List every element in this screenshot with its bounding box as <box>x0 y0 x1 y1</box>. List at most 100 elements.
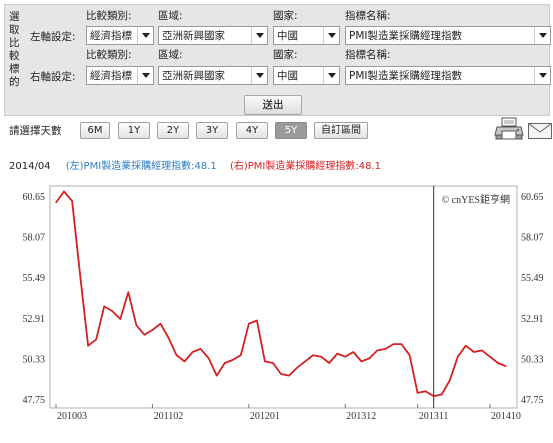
left-country-select[interactable]: 中國 <box>273 26 340 45</box>
data-point <box>63 190 65 193</box>
data-point <box>200 348 202 350</box>
chevron-down-icon <box>534 67 550 84</box>
data-point <box>473 351 475 353</box>
legend-date: 2014/04 <box>9 161 51 172</box>
data-point <box>159 323 162 325</box>
data-point <box>497 362 499 364</box>
data-point <box>489 356 491 358</box>
right-country-select[interactable]: 中國 <box>273 66 340 85</box>
y-tick-right: 47.75 <box>521 395 544 406</box>
right-indicator-select[interactable]: PMI製造業採購經理指數 <box>345 66 551 85</box>
printer-icon[interactable] <box>494 117 524 144</box>
chevron-down-icon <box>323 67 339 84</box>
y-tick-right: 58.07 <box>521 233 544 244</box>
chevron-down-icon <box>137 27 153 44</box>
right-category-select[interactable]: 經濟指標 <box>86 66 154 85</box>
data-point <box>135 324 137 326</box>
data-point <box>320 356 322 358</box>
period-6m-button[interactable]: 6M <box>80 122 110 139</box>
data-point <box>175 354 178 356</box>
right-country-value: 中國 <box>277 70 298 82</box>
data-point <box>232 359 234 361</box>
period-1y-button[interactable]: 1Y <box>118 122 150 139</box>
right-country-label: 國家: <box>273 49 298 61</box>
right-region-value: 亞洲新興國家 <box>162 70 225 82</box>
data-point <box>248 323 250 325</box>
x-tick-label: 201312 <box>346 411 376 422</box>
data-point <box>79 274 81 276</box>
x-tick-label: 201102 <box>154 411 184 422</box>
left-region-select[interactable]: 亞洲新興國家 <box>158 26 268 45</box>
data-point <box>143 334 145 336</box>
period-3y-button[interactable]: 3Y <box>196 122 228 139</box>
data-point <box>417 392 419 394</box>
data-point <box>384 348 387 350</box>
data-point <box>352 351 354 353</box>
data-point <box>280 373 282 375</box>
period-4y-button[interactable]: 4Y <box>236 122 268 139</box>
left-category-value: 經濟指標 <box>90 30 132 42</box>
data-point <box>103 305 105 307</box>
y-axis-left: 60.65 58.07 55.49 52.91 50.33 47.75 <box>23 192 46 406</box>
period-5y-button[interactable]: 5Y <box>275 122 307 139</box>
data-point <box>441 393 443 396</box>
y-axis-right: 60.65 58.07 55.49 52.91 50.33 47.75 <box>521 192 544 406</box>
data-point <box>240 354 242 356</box>
right-category-label: 比較類別: <box>86 49 132 61</box>
left-region-label: 區域: <box>158 10 183 22</box>
data-point <box>272 362 274 364</box>
data-point <box>425 390 427 392</box>
legend-right-series: (右)PMI製造業採購經理指數:48.1 <box>229 161 382 172</box>
data-point <box>224 362 226 364</box>
data-point <box>256 319 258 322</box>
data-point <box>328 362 330 364</box>
data-point <box>288 375 290 377</box>
data-point <box>304 360 306 363</box>
data-point <box>376 349 379 352</box>
x-tick-label: 201201 <box>250 411 280 422</box>
data-point <box>336 352 338 355</box>
right-axis-setting-label: 右軸設定: <box>30 71 76 83</box>
data-point <box>87 345 89 347</box>
data-point <box>119 318 121 320</box>
data-point <box>216 375 218 377</box>
data-point <box>368 357 370 359</box>
y-tick-left: 60.65 <box>23 192 46 203</box>
y-tick-right: 55.49 <box>521 273 544 284</box>
compare-settings-panel: 選取比較標的 比較類別: 區域: 國家: 指標名稱: 左軸設定: 經濟指標 亞洲… <box>4 4 551 116</box>
data-point <box>208 357 210 359</box>
data-point <box>183 360 186 363</box>
data-point <box>344 356 346 358</box>
data-point <box>312 354 314 356</box>
right-indicator-value: PMI製造業採購經理指數 <box>349 70 462 82</box>
chevron-down-icon <box>251 67 267 84</box>
data-point <box>457 356 459 358</box>
period-select-label: 請選擇天數 <box>9 125 62 137</box>
right-region-select[interactable]: 亞洲新興國家 <box>158 66 268 85</box>
data-point <box>449 379 451 381</box>
period-2y-button[interactable]: 2Y <box>157 122 189 139</box>
mail-icon[interactable] <box>528 123 552 142</box>
pmi-line-chart[interactable]: 60.65 58.07 55.49 52.91 50.33 47.75 60.65 58.0… <box>0 180 553 443</box>
data-point <box>360 360 362 363</box>
data-point <box>264 360 266 363</box>
data-point <box>71 200 73 202</box>
y-tick-left: 47.75 <box>23 395 46 406</box>
custom-range-button[interactable]: 自訂區間 <box>314 122 368 139</box>
data-point <box>127 291 129 293</box>
left-region-value: 亞洲新興國家 <box>162 30 225 42</box>
left-indicator-label: 指標名稱: <box>345 10 391 22</box>
data-point <box>151 329 154 331</box>
data-point <box>111 310 113 312</box>
data-point <box>167 337 170 339</box>
chevron-down-icon <box>251 27 267 44</box>
left-category-select[interactable]: 經濟指標 <box>86 26 154 45</box>
select-compare-target-title: 選取比較標的 <box>9 11 20 88</box>
data-point <box>95 338 97 341</box>
data-point <box>296 367 298 369</box>
submit-button[interactable]: 送出 <box>244 95 302 115</box>
right-indicator-label: 指標名稱: <box>345 49 391 61</box>
left-category-label: 比較類別: <box>86 10 132 22</box>
left-indicator-select[interactable]: PMI製造業採購經理指數 <box>345 26 551 45</box>
data-point <box>400 343 403 345</box>
